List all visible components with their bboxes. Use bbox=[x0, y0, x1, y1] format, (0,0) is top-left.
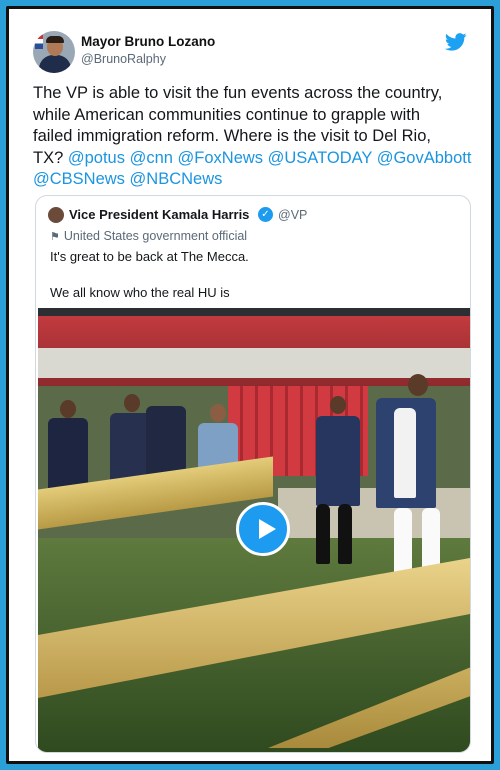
quoted-tweet[interactable]: Vice President Kamala Harris ✓ @VP ⚑ Unit… bbox=[35, 195, 471, 753]
stadium-wall bbox=[38, 348, 470, 378]
player-head bbox=[124, 394, 140, 412]
avatar-hair bbox=[46, 36, 64, 43]
tweet-line: @CBSNews @NBCNews bbox=[33, 169, 475, 191]
person-head bbox=[408, 374, 428, 396]
mention-link[interactable]: @potus bbox=[68, 149, 125, 167]
screenshot-frame: Mayor Bruno Lozano @BrunoRalphy The VP i… bbox=[0, 0, 500, 770]
person-head bbox=[330, 396, 346, 414]
tweet-card: Mayor Bruno Lozano @BrunoRalphy The VP i… bbox=[6, 6, 494, 764]
mention-link[interactable]: @CBSNews bbox=[33, 170, 125, 188]
quoted-author-handle[interactable]: @VP bbox=[278, 208, 307, 222]
person-figure bbox=[316, 416, 360, 506]
government-label: ⚑ United States government official bbox=[50, 229, 247, 243]
government-label-text: United States government official bbox=[63, 229, 248, 243]
tweet-body: The VP is able to visit the fun events a… bbox=[33, 83, 475, 191]
mention-link[interactable]: @USATODAY bbox=[268, 149, 372, 167]
tweet-line: TX? @potus @cnn @FoxNews @USATODAY @GovA… bbox=[33, 148, 475, 170]
player-head bbox=[60, 400, 76, 418]
person-figure bbox=[394, 408, 416, 498]
quoted-text: We all know who the real HU is bbox=[50, 285, 230, 300]
quoted-text: It's great to be back at The Mecca. bbox=[50, 249, 249, 264]
mention-link[interactable]: @GovAbbott bbox=[377, 149, 472, 167]
quoted-author-name[interactable]: Vice President Kamala Harris bbox=[69, 207, 249, 222]
tweet-line: while American communities continue to g… bbox=[33, 105, 421, 124]
tweet-line: failed immigration reform. Where is the … bbox=[33, 127, 431, 145]
person-figure bbox=[338, 504, 352, 564]
author-handle[interactable]: @BrunoRalphy bbox=[81, 52, 166, 66]
tweet-line: The VP is able to visit the fun events a… bbox=[33, 84, 443, 102]
flag-icon: ⚑ bbox=[50, 231, 60, 243]
tweet-header: Mayor Bruno Lozano @BrunoRalphy bbox=[33, 31, 471, 75]
mention-link[interactable]: @cnn bbox=[130, 149, 173, 167]
mention-link[interactable]: @FoxNews bbox=[178, 149, 264, 167]
verified-badge-icon: ✓ bbox=[258, 207, 273, 222]
play-icon[interactable] bbox=[236, 502, 290, 556]
video-thumbnail[interactable] bbox=[38, 308, 470, 752]
author-name[interactable]: Mayor Bruno Lozano bbox=[81, 34, 215, 49]
flag-graphic bbox=[35, 35, 43, 49]
spectator-head bbox=[210, 404, 226, 422]
avatar-suit bbox=[39, 55, 71, 73]
quoted-author-avatar[interactable] bbox=[48, 207, 64, 223]
author-avatar[interactable] bbox=[33, 31, 75, 73]
mention-link[interactable]: @NBCNews bbox=[130, 170, 223, 188]
twitter-bird-icon[interactable] bbox=[445, 33, 467, 51]
tweet-text-fragment: TX? bbox=[33, 148, 68, 167]
person-figure bbox=[316, 504, 330, 564]
